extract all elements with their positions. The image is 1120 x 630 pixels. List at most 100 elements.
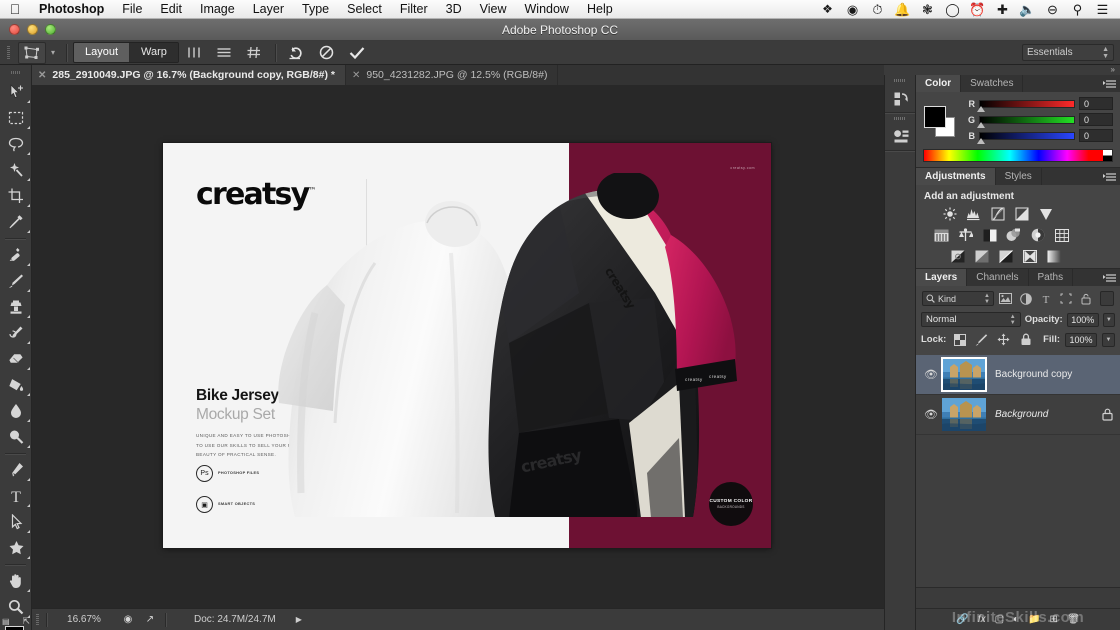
menu-photoshop[interactable]: Photoshop — [30, 0, 113, 19]
layer-filter-kind[interactable]: Kind ▲▼ — [922, 291, 994, 306]
layer-style-icon[interactable]: fx — [978, 614, 986, 625]
zoom-level[interactable]: 16.67% — [51, 614, 117, 625]
posterize-icon[interactable] — [973, 249, 990, 263]
curves-icon[interactable] — [989, 207, 1006, 221]
menu-window[interactable]: Window — [516, 0, 578, 19]
paint-bucket-tool[interactable] — [0, 372, 32, 398]
notification-center-icon[interactable]: ☰ — [1091, 0, 1114, 19]
tab-adjustments[interactable]: Adjustments — [916, 168, 996, 185]
volume-icon[interactable]: 🔈 — [1016, 0, 1039, 19]
slider-green-value[interactable]: 0 — [1079, 113, 1113, 126]
quick-selection-tool[interactable] — [0, 157, 32, 183]
flux-icon[interactable]: ❃ — [916, 0, 939, 19]
tab-styles[interactable]: Styles — [996, 168, 1042, 185]
canvas-area[interactable]: creatsy™ Bike Jersey Mockup Set UNIQUE A… — [32, 85, 884, 608]
options-bar-grip[interactable] — [2, 41, 14, 65]
filter-type-icon[interactable]: T — [1037, 291, 1054, 306]
spectrum-gradient[interactable] — [924, 150, 1103, 161]
channel-mixer-icon[interactable] — [1029, 228, 1046, 242]
default-colors-icon[interactable]: ▤ — [2, 617, 10, 626]
timer-icon[interactable]: ⏱ — [866, 0, 889, 19]
status-bar-grip[interactable] — [32, 609, 42, 630]
slider-red-thumb[interactable] — [977, 106, 985, 112]
panel-menu-icon[interactable] — [1100, 168, 1120, 185]
cancel-icon[interactable] — [312, 42, 342, 64]
tab-channels[interactable]: Channels — [967, 269, 1028, 286]
move-tool[interactable] — [0, 79, 32, 105]
pen-tool[interactable] — [0, 457, 32, 483]
doc-profile-icon[interactable]: ◉ — [117, 614, 139, 625]
document-tab-2[interactable]: ✕ 950_4231282.JPG @ 12.5% (RGB/8#) — [346, 65, 559, 85]
blur-tool[interactable] — [0, 398, 32, 424]
lock-position-icon[interactable] — [995, 332, 1012, 347]
filter-smart-icon[interactable] — [1077, 291, 1094, 306]
menu-view[interactable]: View — [471, 0, 516, 19]
commit-icon[interactable] — [342, 42, 372, 64]
menu-image[interactable]: Image — [191, 0, 244, 19]
menu-edit[interactable]: Edit — [151, 0, 191, 19]
history-brush-tool[interactable] — [0, 320, 32, 346]
opacity-stepper[interactable]: ▼ — [1103, 313, 1115, 327]
color-lookup-icon[interactable] — [1053, 228, 1070, 242]
new-group-icon[interactable]: 📁 — [1028, 614, 1040, 625]
layout-mode-button[interactable]: Layout — [74, 43, 130, 62]
history-panel-icon[interactable] — [885, 86, 917, 112]
table-row[interactable]: 👁 — [916, 355, 1120, 395]
dock-group-grip[interactable] — [885, 75, 915, 86]
dodge-tool[interactable] — [0, 424, 32, 450]
brush-tool[interactable] — [0, 268, 32, 294]
menu-3d[interactable]: 3D — [437, 0, 471, 19]
horizontal-type-tool[interactable]: T — [0, 483, 32, 509]
tab-swatches[interactable]: Swatches — [961, 75, 1023, 92]
close-icon[interactable]: ✕ — [352, 70, 360, 81]
menu-select[interactable]: Select — [338, 0, 391, 19]
filter-adjustment-icon[interactable] — [1017, 291, 1034, 306]
adjustment-layer-icon[interactable]: ◐ — [1013, 614, 1019, 625]
threshold-icon[interactable] — [997, 249, 1014, 263]
chat-icon[interactable]: ◯ — [941, 0, 964, 19]
revert-icon[interactable] — [282, 42, 312, 64]
spotlight-icon[interactable]: ⚲ — [1066, 0, 1089, 19]
crop-tool[interactable] — [0, 183, 32, 209]
panel-menu-icon[interactable] — [1100, 75, 1120, 92]
rectangular-marquee-tool[interactable] — [0, 105, 32, 131]
layer-name[interactable]: Background — [995, 409, 1098, 420]
dnd-icon[interactable]: ⊖ — [1041, 0, 1064, 19]
eyedropper-tool[interactable] — [0, 209, 32, 235]
layer-name[interactable]: Background copy — [995, 369, 1116, 380]
layer-thumbnail[interactable] — [942, 398, 986, 431]
tab-color[interactable]: Color — [916, 75, 961, 92]
eraser-tool[interactable] — [0, 346, 32, 372]
filter-shape-icon[interactable] — [1057, 291, 1074, 306]
menu-layer[interactable]: Layer — [244, 0, 293, 19]
filter-enable-toggle[interactable] — [1100, 291, 1114, 306]
fill-stepper[interactable]: ▼ — [1102, 333, 1115, 347]
layer-visibility-icon[interactable]: 👁 — [920, 408, 942, 421]
path-selection-tool[interactable] — [0, 509, 32, 535]
lock-image-icon[interactable] — [973, 332, 990, 347]
share-icon[interactable]: ↗ — [139, 614, 161, 625]
delete-layer-icon[interactable]: 🗑 — [1067, 614, 1080, 625]
slider-green-track[interactable] — [979, 116, 1075, 124]
tools-panel-grip[interactable] — [0, 65, 31, 79]
color-spectrum-ramp[interactable] — [923, 149, 1113, 162]
brightness-contrast-icon[interactable] — [941, 207, 958, 221]
lock-all-icon[interactable] — [1017, 332, 1034, 347]
foreground-color-swatch[interactable] — [924, 106, 946, 128]
slider-green-thumb[interactable] — [977, 122, 985, 128]
black-white-icon[interactable] — [981, 228, 998, 242]
lock-transparency-icon[interactable] — [951, 332, 968, 347]
link-layers-icon[interactable]: 🔗 — [956, 614, 968, 625]
horizontal-guides-icon[interactable] — [209, 42, 239, 64]
perspective-warp-icon[interactable] — [18, 42, 46, 64]
color-balance-icon[interactable] — [957, 228, 974, 242]
invert-icon[interactable] — [949, 249, 966, 263]
tab-paths[interactable]: Paths — [1029, 269, 1074, 286]
layer-thumbnail[interactable] — [942, 358, 986, 391]
document-tab-1[interactable]: ✕ 285_2910049.JPG @ 16.7% (Background co… — [32, 65, 346, 85]
menu-type[interactable]: Type — [293, 0, 338, 19]
table-row[interactable]: 👁 — [916, 395, 1120, 435]
fill-value[interactable]: 100% — [1065, 333, 1097, 347]
hue-saturation-icon[interactable] — [933, 228, 950, 242]
blend-mode-select[interactable]: Normal ▲▼ — [921, 312, 1021, 327]
